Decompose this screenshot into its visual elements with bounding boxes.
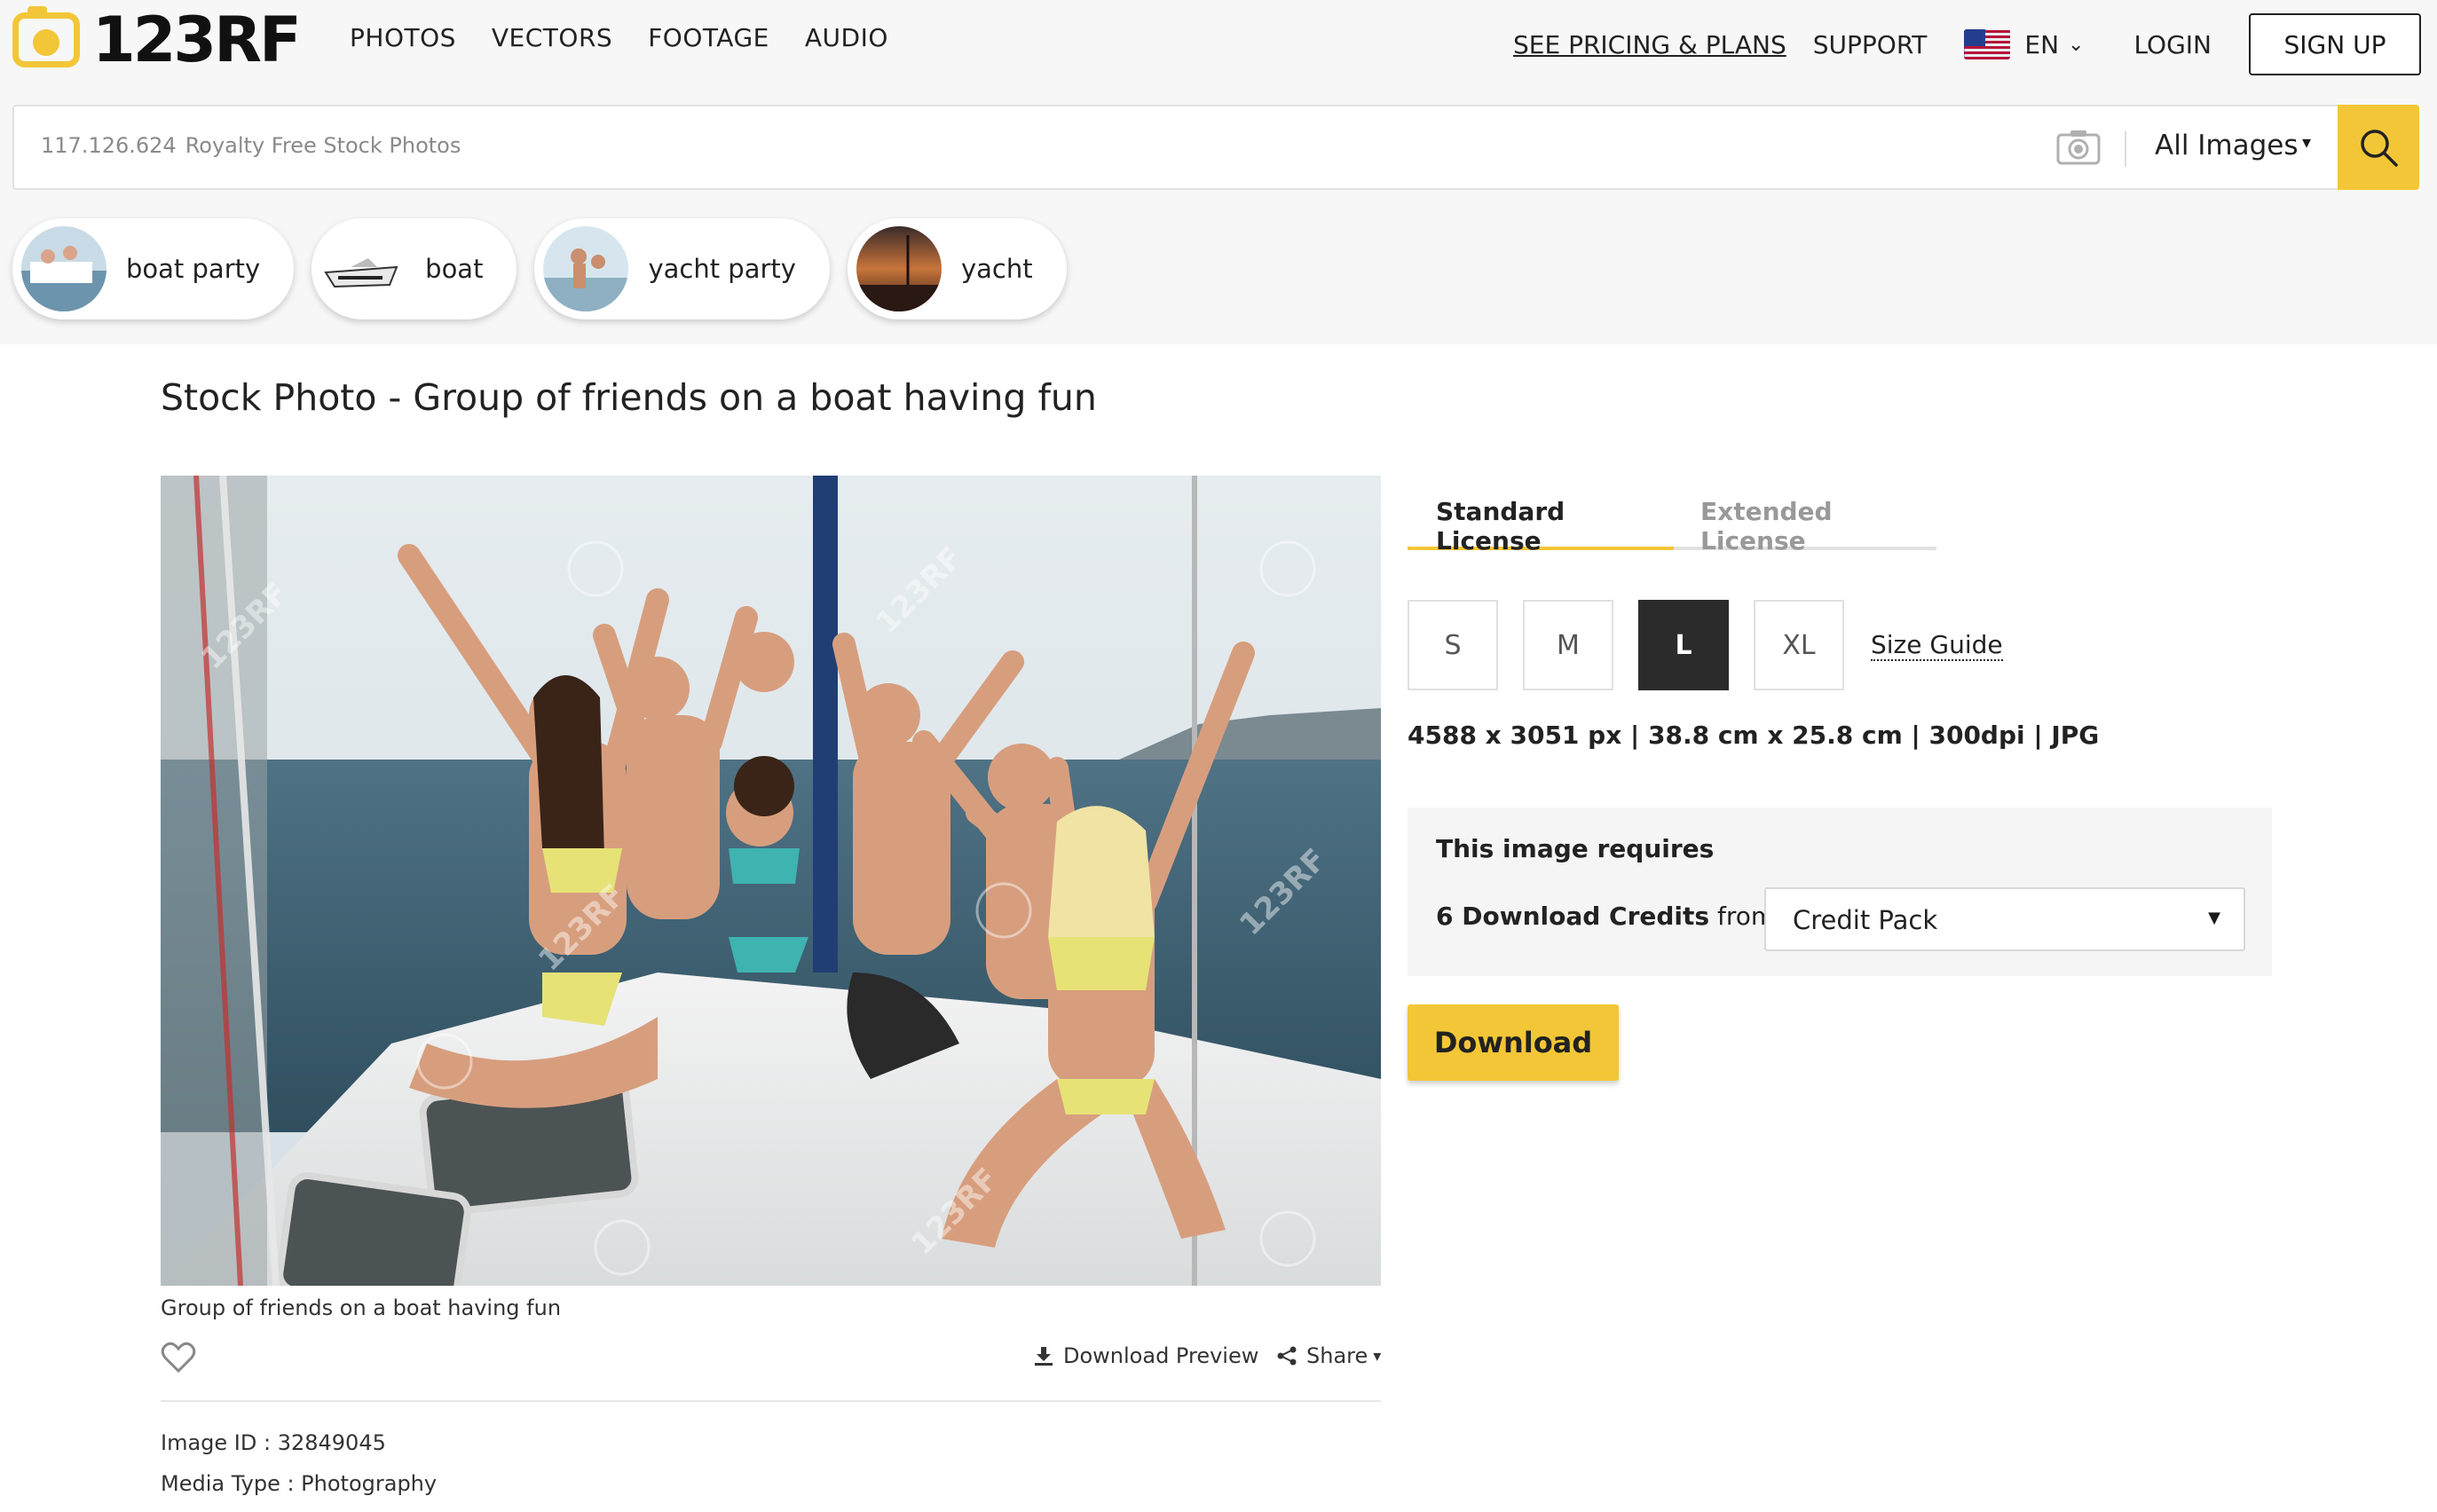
image-id: Image ID : 32849045 [161,1430,386,1455]
heart-icon[interactable] [161,1342,196,1374]
image-type-select[interactable]: All Images [2155,130,2299,161]
tab-extended-license[interactable]: Extended License [1700,497,1936,555]
download-preview-label: Download Preview [1063,1343,1259,1368]
chip-boat-party[interactable]: boat party [12,218,295,319]
size-s-button[interactable]: S [1408,600,1498,690]
size-guide-link[interactable]: Size Guide [1871,630,2003,661]
chip-thumbnail [856,226,942,311]
login-link[interactable]: LOGIN [2133,30,2212,59]
language-code: EN [2024,29,2060,59]
search-divider [2125,131,2126,167]
chip-label: yacht [960,254,1033,284]
camera-logo-icon [12,6,80,67]
share-button[interactable]: Share ▾ [1276,1343,1381,1368]
share-icon [1277,1346,1297,1366]
chip-label: boat party [126,254,261,284]
size-l-button[interactable]: L [1638,600,1729,690]
signup-button[interactable]: SIGN UP [2249,13,2421,75]
search-icon [2361,130,2398,167]
chip-boat[interactable]: boat [312,218,517,319]
credit-count: 6 Download Credits [1436,902,1710,931]
nav-audio[interactable]: AUDIO [805,23,888,52]
photo-caption: Group of friends on a boat having fun [161,1295,562,1320]
credit-requirements: This image requires 6 Download Credits f… [1408,807,2272,976]
share-label: Share [1306,1343,1368,1368]
requires-heading: This image requires [1436,834,1715,863]
search-placeholder: Royalty Free Stock Photos [185,133,461,158]
plan-select[interactable]: Credit Pack ▼ [1764,887,2245,951]
divider [161,1400,1381,1402]
logo-text: 123RF [92,4,302,76]
chip-yacht-party[interactable]: yacht party [534,218,830,319]
credits-text: 6 Download Credits from [1436,902,1775,931]
page-title: Stock Photo - Group of friends on a boat… [161,376,1097,419]
language-selector[interactable]: EN ⌄ [1964,29,2084,59]
caret-down-icon: ▼ [2208,909,2220,927]
main-photo[interactable]: 123RF 123RF 123RF 123RF 123RF [161,476,1381,1286]
header-nav: 123RF PHOTOS VECTORS FOOTAGE AUDIO SEE P… [0,0,2437,89]
download-icon [1035,1347,1053,1366]
search-input[interactable]: 117.126.624 Royalty Free Stock Photos [41,133,461,158]
tab-standard-license[interactable]: Standard License [1408,497,1674,555]
caret-down-icon: ▾ [2302,131,2312,153]
top-bar: 123RF PHOTOS VECTORS FOOTAGE AUDIO SEE P… [0,0,2437,344]
license-tabs: Standard License Extended License [1408,497,1936,555]
account-nav: SEE PRICING & PLANS SUPPORT EN ⌄ LOGIN S… [1513,0,2437,89]
nav-footage[interactable]: FOOTAGE [648,23,769,52]
category-nav: PHOTOS VECTORS FOOTAGE AUDIO [350,23,888,52]
plan-select-value: Credit Pack [1793,905,1938,935]
nav-photos[interactable]: PHOTOS [350,23,456,52]
chip-thumbnail [543,226,629,311]
size-xl-button[interactable]: XL [1754,600,1844,690]
chip-label: yacht party [648,254,796,284]
nav-vectors[interactable]: VECTORS [492,23,612,52]
camera-search-icon[interactable] [2055,128,2102,167]
chip-thumbnail [320,226,406,311]
related-searches: boat party boat yacht party yacht [12,218,1067,319]
size-m-button[interactable]: M [1523,600,1613,690]
download-preview-link[interactable]: Download Preview [1033,1343,1258,1368]
download-button[interactable]: Download [1408,1004,1619,1081]
size-selector: S M L XL Size Guide [1408,600,2003,690]
search-button[interactable] [2338,105,2419,190]
search-bar: 117.126.624 Royalty Free Stock Photos All… [12,105,2419,190]
chip-label: boat [425,254,484,284]
search-image-count: 117.126.624 [41,133,177,158]
stock-photo-image: 123RF 123RF 123RF 123RF 123RF [161,476,1381,1286]
image-dimensions: 4588 x 3051 px | 38.8 cm x 25.8 cm | 300… [1408,721,2100,750]
chip-yacht[interactable]: yacht [847,218,1067,319]
chip-thumbnail [21,226,106,311]
caret-down-icon: ▾ [1373,1346,1382,1366]
uk-flag-icon [1964,29,2011,59]
chevron-down-icon: ⌄ [2068,33,2085,56]
support-link[interactable]: SUPPORT [1813,30,1928,59]
logo[interactable]: 123RF [12,4,302,76]
media-type: Media Type : Photography [161,1471,438,1496]
pricing-link[interactable]: SEE PRICING & PLANS [1513,30,1786,59]
